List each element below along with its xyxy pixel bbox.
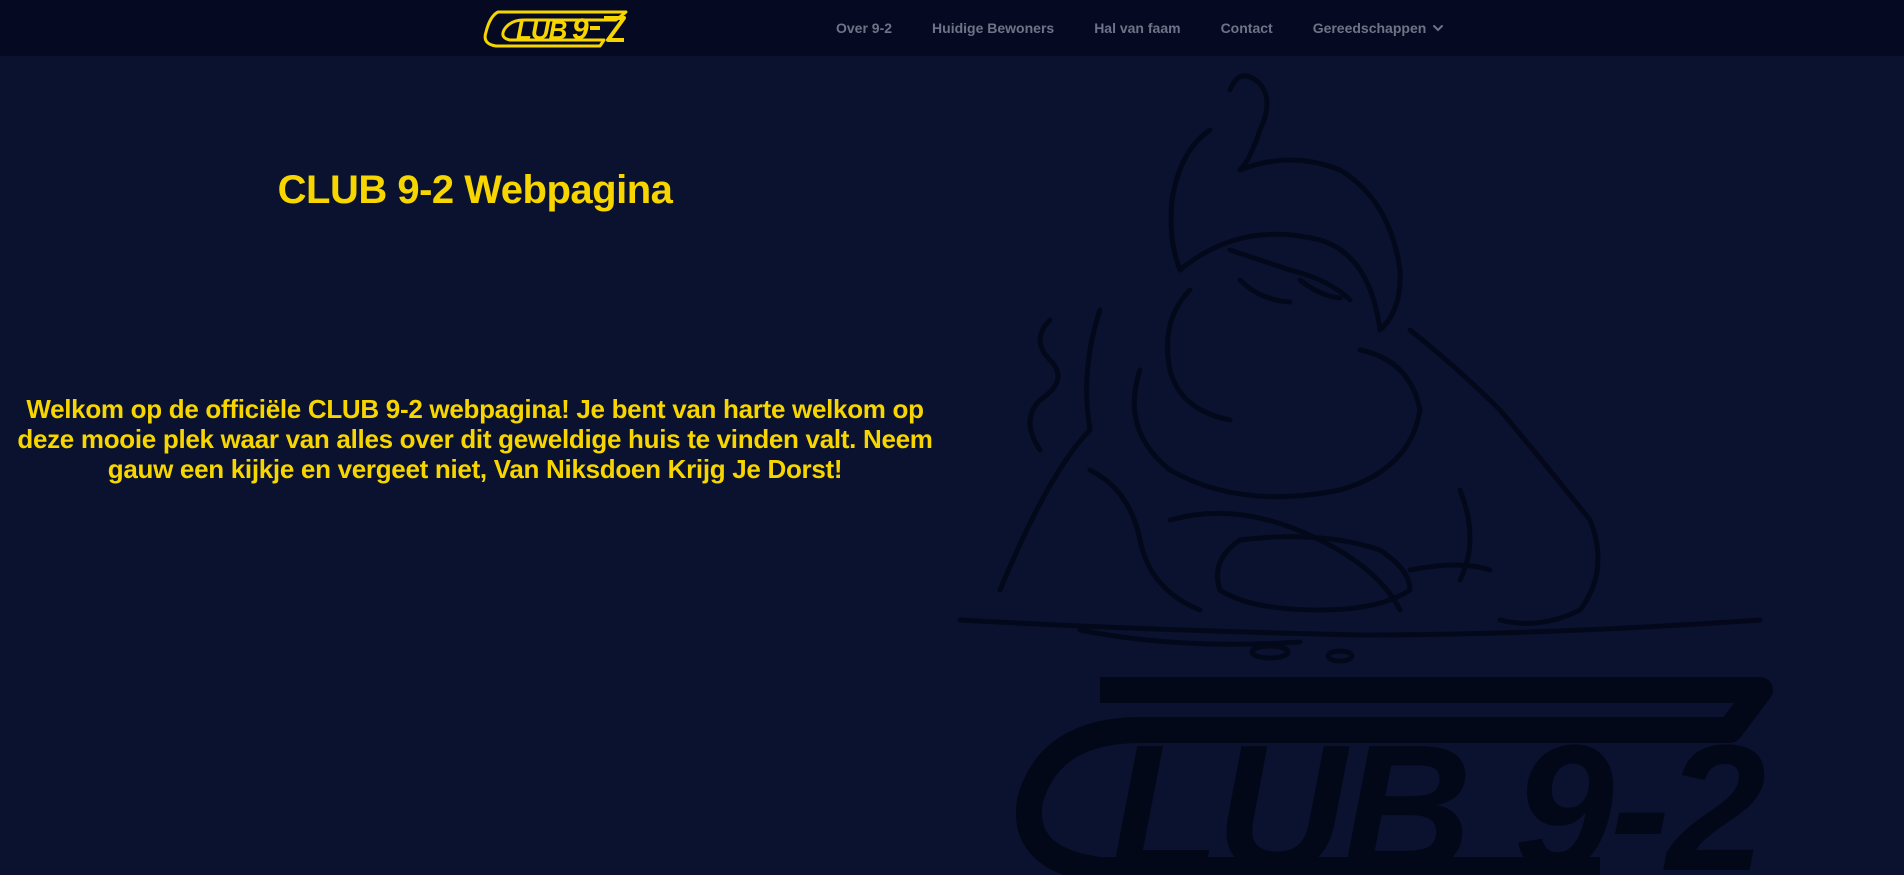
page: LUB 9 Over 9-2 Huidige Bewoners Hal van … xyxy=(0,0,1904,875)
nav-item-contact[interactable]: Contact xyxy=(1221,20,1273,36)
club-logo-icon: LUB 9 xyxy=(483,10,628,48)
hero-section: CLUB 9-2 Webpagina Welkom op de officiël… xyxy=(0,56,950,875)
page-title: CLUB 9-2 Webpagina xyxy=(277,168,673,212)
club-logo-link[interactable]: LUB 9 xyxy=(480,6,632,50)
background-mascot-illustration: LUB 9-2 xyxy=(940,70,1780,875)
top-navbar: LUB 9 Over 9-2 Huidige Bewoners Hal van … xyxy=(0,0,1904,56)
chevron-down-icon xyxy=(1432,22,1444,34)
svg-text:LUB: LUB xyxy=(516,15,567,45)
nav-item-gereedschappen-dropdown[interactable]: Gereedschappen xyxy=(1313,20,1445,36)
nav-item-hal-van-faam[interactable]: Hal van faam xyxy=(1094,20,1180,36)
nav-item-gereedschappen-label: Gereedschappen xyxy=(1312,20,1427,36)
svg-text:LUB 9-2: LUB 9-2 xyxy=(1110,708,1765,875)
svg-text:9: 9 xyxy=(572,13,589,46)
nav-item-huidige-bewoners[interactable]: Huidige Bewoners xyxy=(932,20,1054,36)
mascot-illustration-icon: LUB 9-2 xyxy=(957,73,1773,875)
nav-item-over-9-2[interactable]: Over 9-2 xyxy=(836,20,892,36)
main-nav: Over 9-2 Huidige Bewoners Hal van faam C… xyxy=(836,0,1444,56)
welcome-text: Welkom op de officiële CLUB 9-2 webpagin… xyxy=(17,394,933,484)
